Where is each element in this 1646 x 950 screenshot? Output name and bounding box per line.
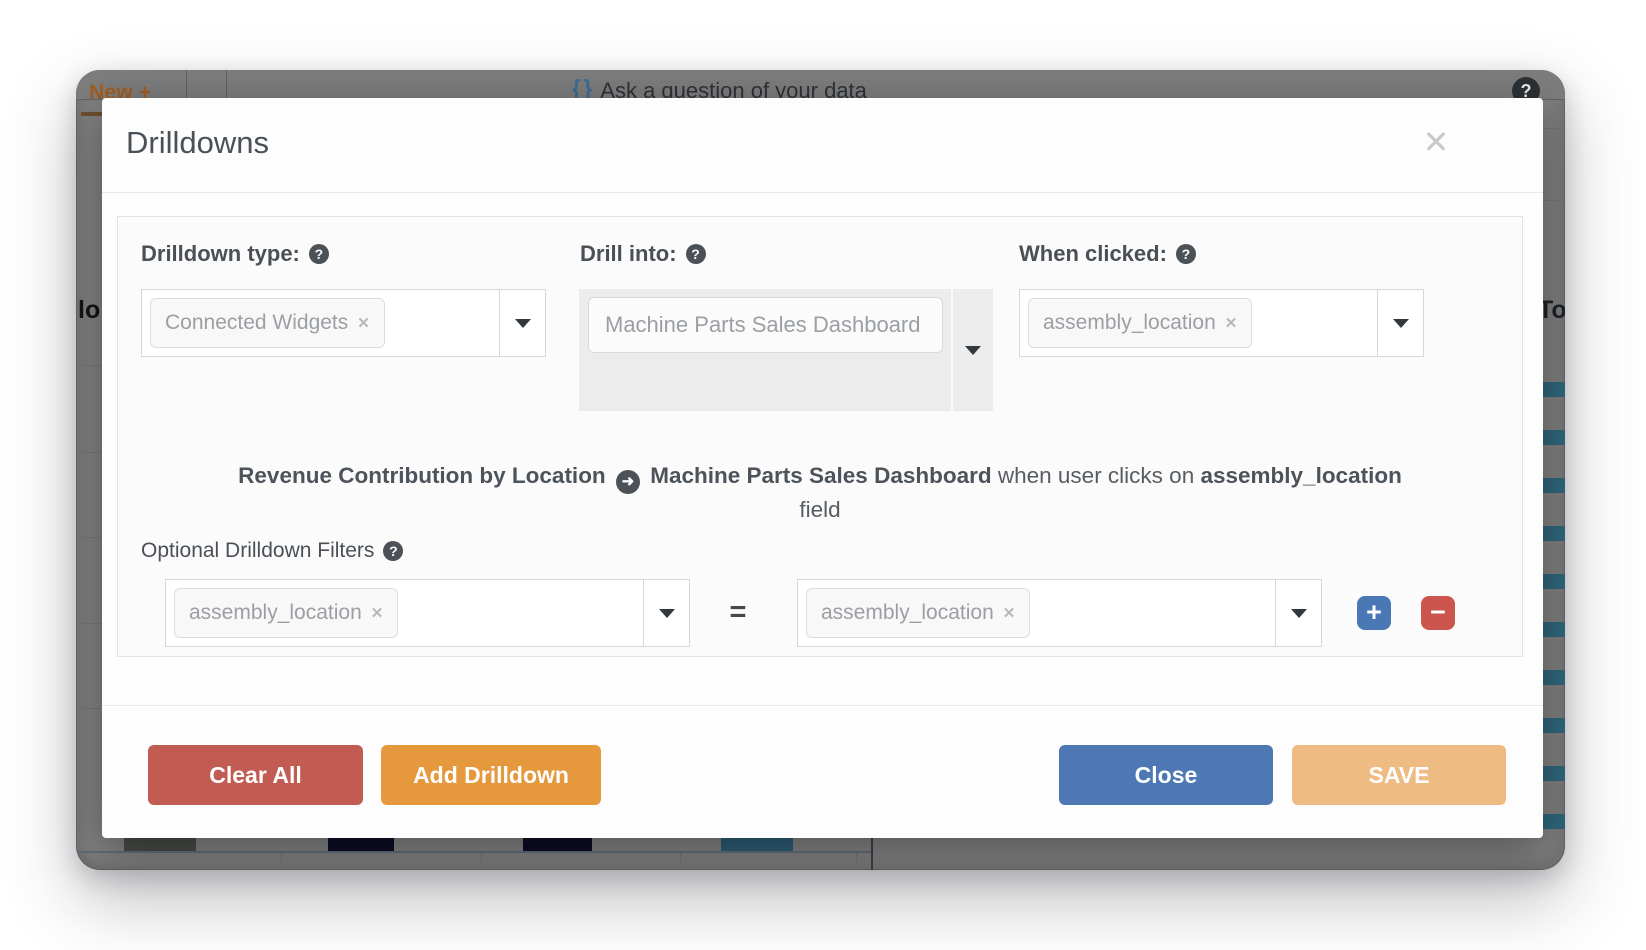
background-row-line xyxy=(76,708,103,709)
drill-into-select[interactable]: Machine Parts Sales Dashboard xyxy=(579,289,993,411)
background-row-line xyxy=(76,623,103,624)
remove-icon[interactable]: ✕ xyxy=(371,604,384,622)
background-row-line xyxy=(76,537,103,538)
help-icon[interactable]: ? xyxy=(1176,244,1196,264)
chevron-down-icon xyxy=(965,346,981,355)
dropdown-arrow-button[interactable] xyxy=(499,290,545,356)
background-chart-gridline xyxy=(680,853,681,870)
equals-operator: = xyxy=(718,579,758,647)
background-chart-bar xyxy=(721,838,793,851)
dropdown-arrow-button[interactable] xyxy=(1275,580,1321,646)
remove-filter-button[interactable]: − xyxy=(1421,596,1455,630)
background-chart-gridline xyxy=(856,853,857,870)
remove-icon[interactable]: ✕ xyxy=(1225,314,1238,332)
background-table-bar xyxy=(1542,526,1565,541)
remove-icon[interactable]: ✕ xyxy=(357,314,370,332)
footer-divider xyxy=(102,705,1543,706)
close-icon[interactable]: ✕ xyxy=(1414,120,1458,164)
summary-line-2: field xyxy=(118,494,1522,525)
background-chart-axis xyxy=(76,851,872,853)
modal-title: Drilldowns xyxy=(126,125,269,161)
help-icon[interactable]: ? xyxy=(309,244,329,264)
when-clicked-select[interactable]: assembly_location ✕ xyxy=(1019,289,1424,357)
filter-right-tag: assembly_location ✕ xyxy=(806,588,1030,638)
background-row-line xyxy=(76,365,103,366)
minus-icon: − xyxy=(1430,597,1446,627)
help-icon[interactable]: ? xyxy=(686,244,706,264)
background-table-bar xyxy=(1542,574,1565,589)
chevron-down-icon xyxy=(1291,609,1307,618)
drilldown-settings-panel: Drilldown type: ? Drill into: ? When cli… xyxy=(117,216,1523,657)
background-row-line xyxy=(1542,128,1565,129)
background-table-bar xyxy=(1542,670,1565,685)
background-table-bar xyxy=(1542,814,1565,829)
when-clicked-label: When clicked: ? xyxy=(1019,241,1196,267)
drill-into-value-pill: Machine Parts Sales Dashboard xyxy=(588,297,943,353)
modal-header: Drilldowns ✕ xyxy=(102,98,1543,193)
app-window: New + { } Ask a question of your data ? … xyxy=(76,70,1565,870)
background-chart-gridline xyxy=(85,853,86,870)
drilldown-type-tag: Connected Widgets ✕ xyxy=(150,298,385,348)
background-chart-bar xyxy=(523,838,592,851)
background-table-bar xyxy=(1542,478,1565,493)
filter-right-select[interactable]: assembly_location ✕ xyxy=(797,579,1322,647)
background-chart-bar xyxy=(328,838,394,851)
add-drilldown-button[interactable]: Add Drilldown xyxy=(381,745,601,805)
background-table-bar xyxy=(1542,430,1565,445)
remove-icon[interactable]: ✕ xyxy=(1003,604,1016,622)
close-button[interactable]: Close xyxy=(1059,745,1273,805)
clear-all-button[interactable]: Clear All xyxy=(148,745,363,805)
background-table-bar xyxy=(1542,382,1565,397)
save-button[interactable]: SAVE xyxy=(1292,745,1506,805)
background-chart-gridline xyxy=(281,853,282,870)
background-table-bar xyxy=(1542,622,1565,637)
filter-left-select[interactable]: assembly_location ✕ xyxy=(165,579,690,647)
add-filter-button[interactable]: + xyxy=(1357,596,1391,630)
background-row-line xyxy=(1542,200,1565,201)
chevron-down-icon xyxy=(515,319,531,328)
background-table-bar xyxy=(1542,718,1565,733)
background-table-bar xyxy=(1542,766,1565,781)
dropdown-arrow-button[interactable] xyxy=(1377,290,1423,356)
help-icon[interactable]: ? xyxy=(383,541,403,561)
filter-left-tag: assembly_location ✕ xyxy=(174,588,398,638)
drilldown-summary: Revenue Contribution by Location ➜ Machi… xyxy=(118,460,1522,525)
dropdown-arrow-button[interactable] xyxy=(643,580,689,646)
toolbar-divider xyxy=(186,70,187,100)
background-chart-gridline xyxy=(481,853,482,870)
plus-icon: + xyxy=(1366,597,1382,627)
background-row-line xyxy=(76,452,103,453)
when-clicked-tag: assembly_location ✕ xyxy=(1028,298,1252,348)
drilldown-type-label: Drilldown type: ? xyxy=(141,241,329,267)
chevron-down-icon xyxy=(659,609,675,618)
drill-into-label: Drill into: ? xyxy=(580,241,706,267)
chevron-down-icon xyxy=(1393,319,1409,328)
arrow-circle-right-icon: ➜ xyxy=(616,470,640,494)
background-panel-border xyxy=(871,836,873,870)
drilldown-type-select[interactable]: Connected Widgets ✕ xyxy=(141,289,546,357)
drilldowns-modal: Drilldowns ✕ Drilldown type: ? Drill int… xyxy=(102,98,1543,838)
optional-filters-label: Optional Drilldown Filters ? xyxy=(141,539,403,563)
background-text-fragment: lo xyxy=(78,296,100,325)
dropdown-arrow-button[interactable] xyxy=(951,289,993,411)
background-chart-bar xyxy=(124,838,196,851)
summary-line-1: Revenue Contribution by Location ➜ Machi… xyxy=(118,460,1522,494)
toolbar-divider xyxy=(226,70,227,100)
